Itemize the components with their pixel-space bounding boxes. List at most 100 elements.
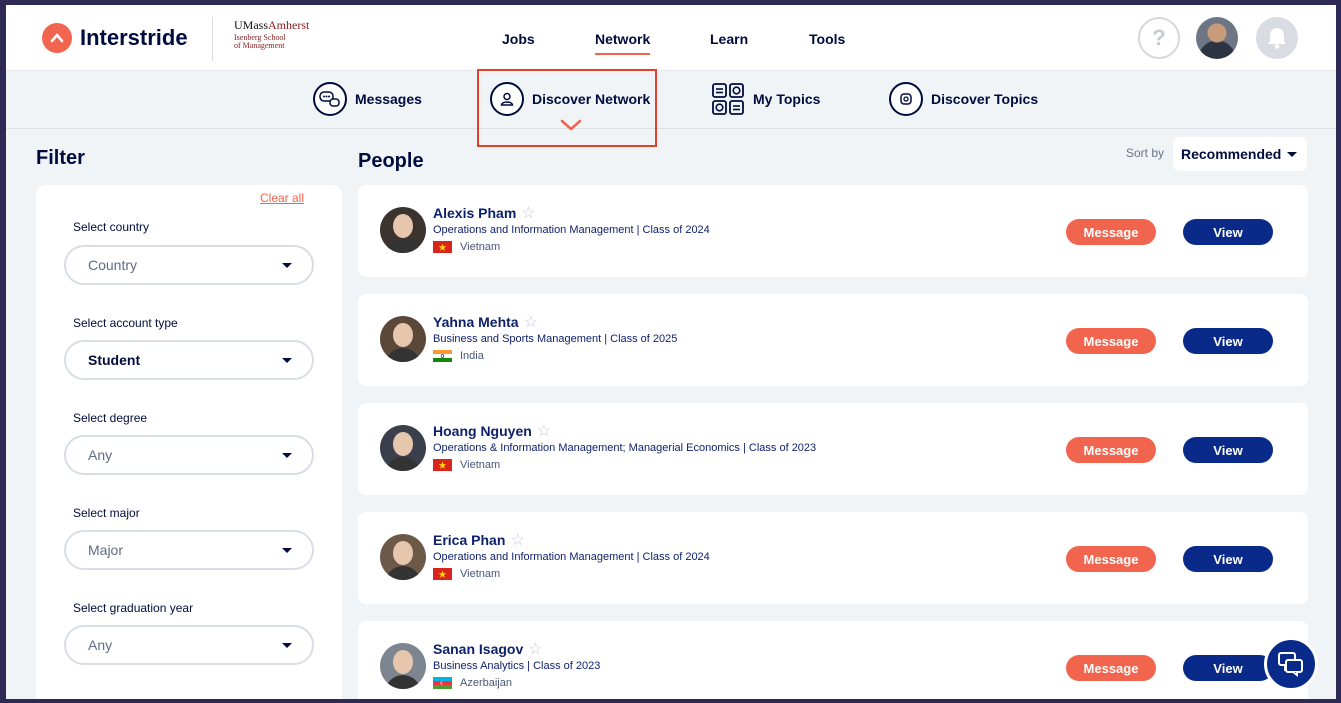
person-country: Azerbaijan: [460, 677, 512, 689]
favorite-star-icon[interactable]: ☆: [528, 639, 542, 659]
subnav-discover-network[interactable]: Discover Network: [490, 81, 650, 117]
major-select[interactable]: Major: [64, 530, 314, 570]
favorite-star-icon[interactable]: ☆: [537, 421, 551, 441]
message-button[interactable]: Message: [1066, 546, 1156, 572]
subnav-my-topics-label: My Topics: [753, 91, 821, 107]
person-name-row: Erica Phan ☆: [433, 530, 525, 550]
topics-grid-icon: [712, 83, 744, 115]
person-name-row: Hoang Nguyen ☆: [433, 421, 551, 441]
sort-select[interactable]: Recommended: [1173, 137, 1307, 171]
account-type-select[interactable]: Student: [64, 340, 314, 380]
message-button[interactable]: Message: [1066, 437, 1156, 463]
person-name-row: Yahna Mehta ☆: [433, 312, 538, 332]
view-button[interactable]: View: [1183, 546, 1273, 572]
favorite-star-icon[interactable]: ☆: [521, 203, 535, 223]
person-card: Yahna Mehta ☆ Business and Sports Manageme…: [358, 294, 1308, 386]
person-country-row: Vietnam: [433, 241, 500, 253]
bell-icon: [1268, 28, 1286, 49]
filter-title: Filter: [36, 147, 85, 169]
vietnam-flag-icon: [433, 568, 452, 580]
person-program: Operations & Information Management; Man…: [433, 442, 817, 454]
person-name[interactable]: Sanan Isagov: [433, 641, 523, 657]
subnav-messages-label: Messages: [355, 91, 422, 107]
caret-down-icon: [282, 453, 292, 458]
country-label: Select country: [73, 220, 150, 234]
person-search-icon: [490, 82, 524, 116]
person-card: Alexis Pham ☆ Operations and Information M…: [358, 185, 1308, 277]
subnav-discover-network-label: Discover Network: [532, 91, 651, 107]
user-avatar[interactable]: [1196, 17, 1238, 59]
subnav-my-topics[interactable]: My Topics: [711, 81, 820, 117]
subnav-discover-topics[interactable]: Discover Topics: [889, 81, 1038, 117]
message-button[interactable]: Message: [1066, 219, 1156, 245]
person-program: Business and Sports Management | Class o…: [433, 333, 678, 345]
degree-select[interactable]: Any: [64, 435, 314, 475]
person-program: Business Analytics | Class of 2023: [433, 660, 601, 672]
main-nav: Jobs Network Learn Tools: [6, 31, 1336, 55]
view-button[interactable]: View: [1183, 655, 1273, 681]
caret-down-icon: [282, 548, 292, 553]
help-button[interactable]: ?: [1138, 17, 1180, 59]
person-avatar[interactable]: [380, 643, 426, 689]
app-frame: Interstride UMassAmherst Isenberg School…: [6, 5, 1336, 699]
person-avatar[interactable]: [380, 207, 426, 253]
person-name[interactable]: Erica Phan: [433, 532, 505, 548]
person-country: Vietnam: [460, 568, 501, 580]
people-title: People: [358, 150, 424, 172]
person-avatar[interactable]: [380, 425, 426, 471]
graduation-year-value: Any: [88, 637, 113, 653]
favorite-star-icon[interactable]: ☆: [510, 530, 524, 550]
caret-down-icon: [282, 358, 292, 363]
favorite-star-icon[interactable]: ☆: [524, 312, 538, 332]
vietnam-flag-icon: [433, 459, 452, 471]
nav-learn[interactable]: Learn: [710, 31, 748, 47]
person-card: Hoang Nguyen ☆ Operations & Information Ma…: [358, 403, 1308, 495]
country-value: Country: [88, 257, 138, 273]
graduation-year-label: Select graduation year: [73, 601, 194, 615]
person-country: India: [460, 350, 484, 362]
top-header: Interstride UMassAmherst Isenberg School…: [6, 5, 1336, 71]
help-icon: ?: [1152, 25, 1166, 50]
person-name[interactable]: Yahna Mehta: [433, 314, 519, 330]
view-button[interactable]: View: [1183, 437, 1273, 463]
graduation-year-select[interactable]: Any: [64, 625, 314, 665]
person-avatar[interactable]: [380, 316, 426, 362]
caret-down-icon: [282, 643, 292, 648]
nav-jobs[interactable]: Jobs: [502, 31, 535, 47]
notifications-button[interactable]: [1256, 17, 1298, 59]
person-card: Erica Phan ☆ Operations and Information Ma…: [358, 512, 1308, 604]
person-country-row: India: [433, 350, 484, 362]
view-button[interactable]: View: [1183, 328, 1273, 354]
nav-network[interactable]: Network: [595, 31, 651, 55]
clear-all-link[interactable]: Clear all: [260, 191, 304, 205]
chat-icon: [1278, 652, 1303, 677]
network-subnav: Messages Discover Network My Topics Disc…: [6, 71, 1336, 129]
nav-tools[interactable]: Tools: [809, 31, 845, 47]
person-name[interactable]: Hoang Nguyen: [433, 423, 532, 439]
chat-fab-button[interactable]: [1264, 637, 1318, 691]
person-name-row: Sanan Isagov ☆: [433, 639, 543, 659]
degree-label: Select degree: [73, 411, 148, 425]
person-card: Sanan Isagov ☆ Business Analytics | Class …: [358, 621, 1308, 699]
person-country-row: Vietnam: [433, 459, 500, 471]
school-name-part1: UMass: [234, 18, 269, 32]
india-flag-icon: [433, 350, 452, 362]
person-avatar[interactable]: [380, 534, 426, 580]
sort-label: Sort by: [1126, 146, 1165, 160]
chevron-down-icon: [560, 119, 582, 131]
vietnam-flag-icon: [433, 241, 452, 253]
account-type-value: Student: [88, 352, 141, 368]
subnav-discover-topics-label: Discover Topics: [931, 91, 1039, 107]
subnav-messages[interactable]: Messages: [313, 81, 422, 117]
person-country-row: Azerbaijan: [433, 677, 512, 689]
major-value: Major: [88, 542, 124, 558]
azerbaijan-flag-icon: [433, 677, 452, 689]
view-button[interactable]: View: [1183, 219, 1273, 245]
message-button[interactable]: Message: [1066, 328, 1156, 354]
country-select[interactable]: Country: [64, 245, 314, 285]
chat-bubbles-icon: [313, 82, 347, 116]
person-name[interactable]: Alexis Pham: [433, 205, 516, 221]
major-label: Select major: [73, 506, 140, 520]
caret-down-icon: [282, 263, 292, 268]
message-button[interactable]: Message: [1066, 655, 1156, 681]
